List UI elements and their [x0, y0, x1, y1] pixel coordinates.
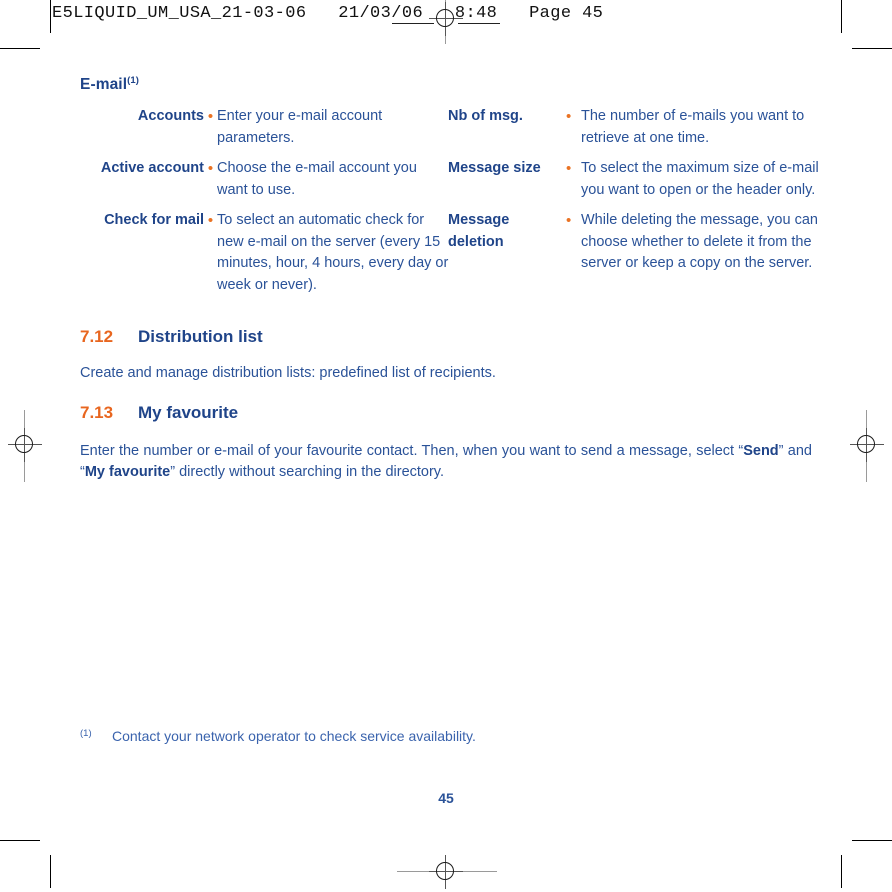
- subsection-title-label: E-mail: [80, 76, 128, 94]
- table-row: Accounts • Enter your e-mail account par…: [80, 106, 450, 149]
- bullet-icon: •: [566, 108, 572, 125]
- definition-description: To select an automatic check for new e-m…: [217, 212, 449, 293]
- print-header-text: E5LIQUID_UM_USA_21-03-06 21/03/06 8:48 P…: [52, 4, 604, 23]
- section-heading-7-12: 7.12 Distribution list: [80, 327, 263, 347]
- body-emphasis-my-favourite: My favourite: [84, 463, 171, 480]
- definition-label: Active account: [100, 160, 204, 176]
- definition-label: Check for mail: [104, 212, 204, 228]
- definition-label: Message deletion: [448, 212, 510, 250]
- body-emphasis-send: Send: [743, 443, 779, 459]
- section-number: 7.13: [80, 403, 114, 422]
- footnote-marker: (1): [80, 728, 92, 739]
- definition-label: Nb of msg.: [448, 108, 523, 124]
- definition-description: To select the maximum size of e-mail you…: [581, 160, 819, 198]
- header-underline-left: [392, 23, 434, 24]
- body-text-part-3: ” directly without searching in the dire…: [170, 463, 445, 480]
- bullet-icon: •: [566, 160, 572, 177]
- bullet-icon: •: [207, 160, 214, 177]
- header-underline-right: [458, 23, 500, 24]
- registration-mark-bottom: [397, 855, 497, 889]
- section-title: Distribution list: [138, 327, 263, 346]
- crop-mark-bottom-left-vertical: [50, 855, 51, 888]
- section-heading-7-13: 7.13 My favourite: [80, 403, 238, 423]
- header-right-rule: [841, 0, 842, 33]
- page-number: 45: [438, 790, 454, 806]
- table-row: Nb of msg. • The number of e-mails you w…: [448, 106, 823, 149]
- table-row: Check for mail • To select an automatic …: [80, 210, 450, 296]
- bullet-icon: •: [207, 212, 214, 229]
- crop-mark-bottom-right-horizontal: [852, 840, 892, 841]
- footnote: (1) Contact your network operator to che…: [80, 727, 812, 746]
- definition-description: Enter your e-mail account parameters.: [217, 108, 383, 146]
- definition-label: Message size: [448, 160, 541, 176]
- section-body-7-12: Create and manage distribution lists: pr…: [80, 365, 496, 381]
- section-title: My favourite: [138, 403, 239, 422]
- registration-mark-left: [8, 410, 42, 482]
- body-text-part-1: Enter the number or e-mail of your favou…: [80, 443, 744, 459]
- definition-label: Accounts: [137, 108, 204, 124]
- bullet-icon: •: [207, 108, 214, 125]
- section-body-7-13: Enter the number or e-mail of your favou…: [80, 441, 812, 482]
- email-settings-column-right: Nb of msg. • The number of e-mails you w…: [448, 106, 823, 284]
- table-row: Active account • Choose the e-mail accou…: [80, 158, 450, 201]
- registration-mark-top: [429, 0, 463, 44]
- page-canvas: E5LIQUID_UM_USA_21-03-06 21/03/06 8:48 P…: [0, 0, 892, 892]
- table-row: Message deletion • While deleting the me…: [448, 210, 823, 275]
- table-row: Message size • To select the maximum siz…: [448, 158, 823, 201]
- crop-mark-top-right-horizontal: [852, 48, 892, 49]
- crop-mark-bottom-right-vertical: [841, 855, 842, 888]
- subsection-footnote-marker: (1): [127, 75, 140, 86]
- bullet-icon: •: [566, 212, 572, 229]
- subsection-title: E-mail(1): [80, 75, 139, 94]
- registration-mark-right: [850, 410, 884, 482]
- definition-description: Choose the e-mail account you want to us…: [217, 160, 417, 198]
- definition-description: While deleting the message, you can choo…: [581, 212, 818, 271]
- footnote-text: Contact your network operator to check s…: [112, 728, 476, 744]
- header-left-rule: [50, 0, 51, 33]
- crop-mark-bottom-left-horizontal: [0, 840, 40, 841]
- crop-mark-top-left-horizontal: [0, 48, 40, 49]
- definition-description: The number of e-mails you want to retrie…: [581, 108, 805, 146]
- section-number: 7.12: [80, 327, 114, 346]
- email-settings-column-left: Accounts • Enter your e-mail account par…: [80, 106, 450, 305]
